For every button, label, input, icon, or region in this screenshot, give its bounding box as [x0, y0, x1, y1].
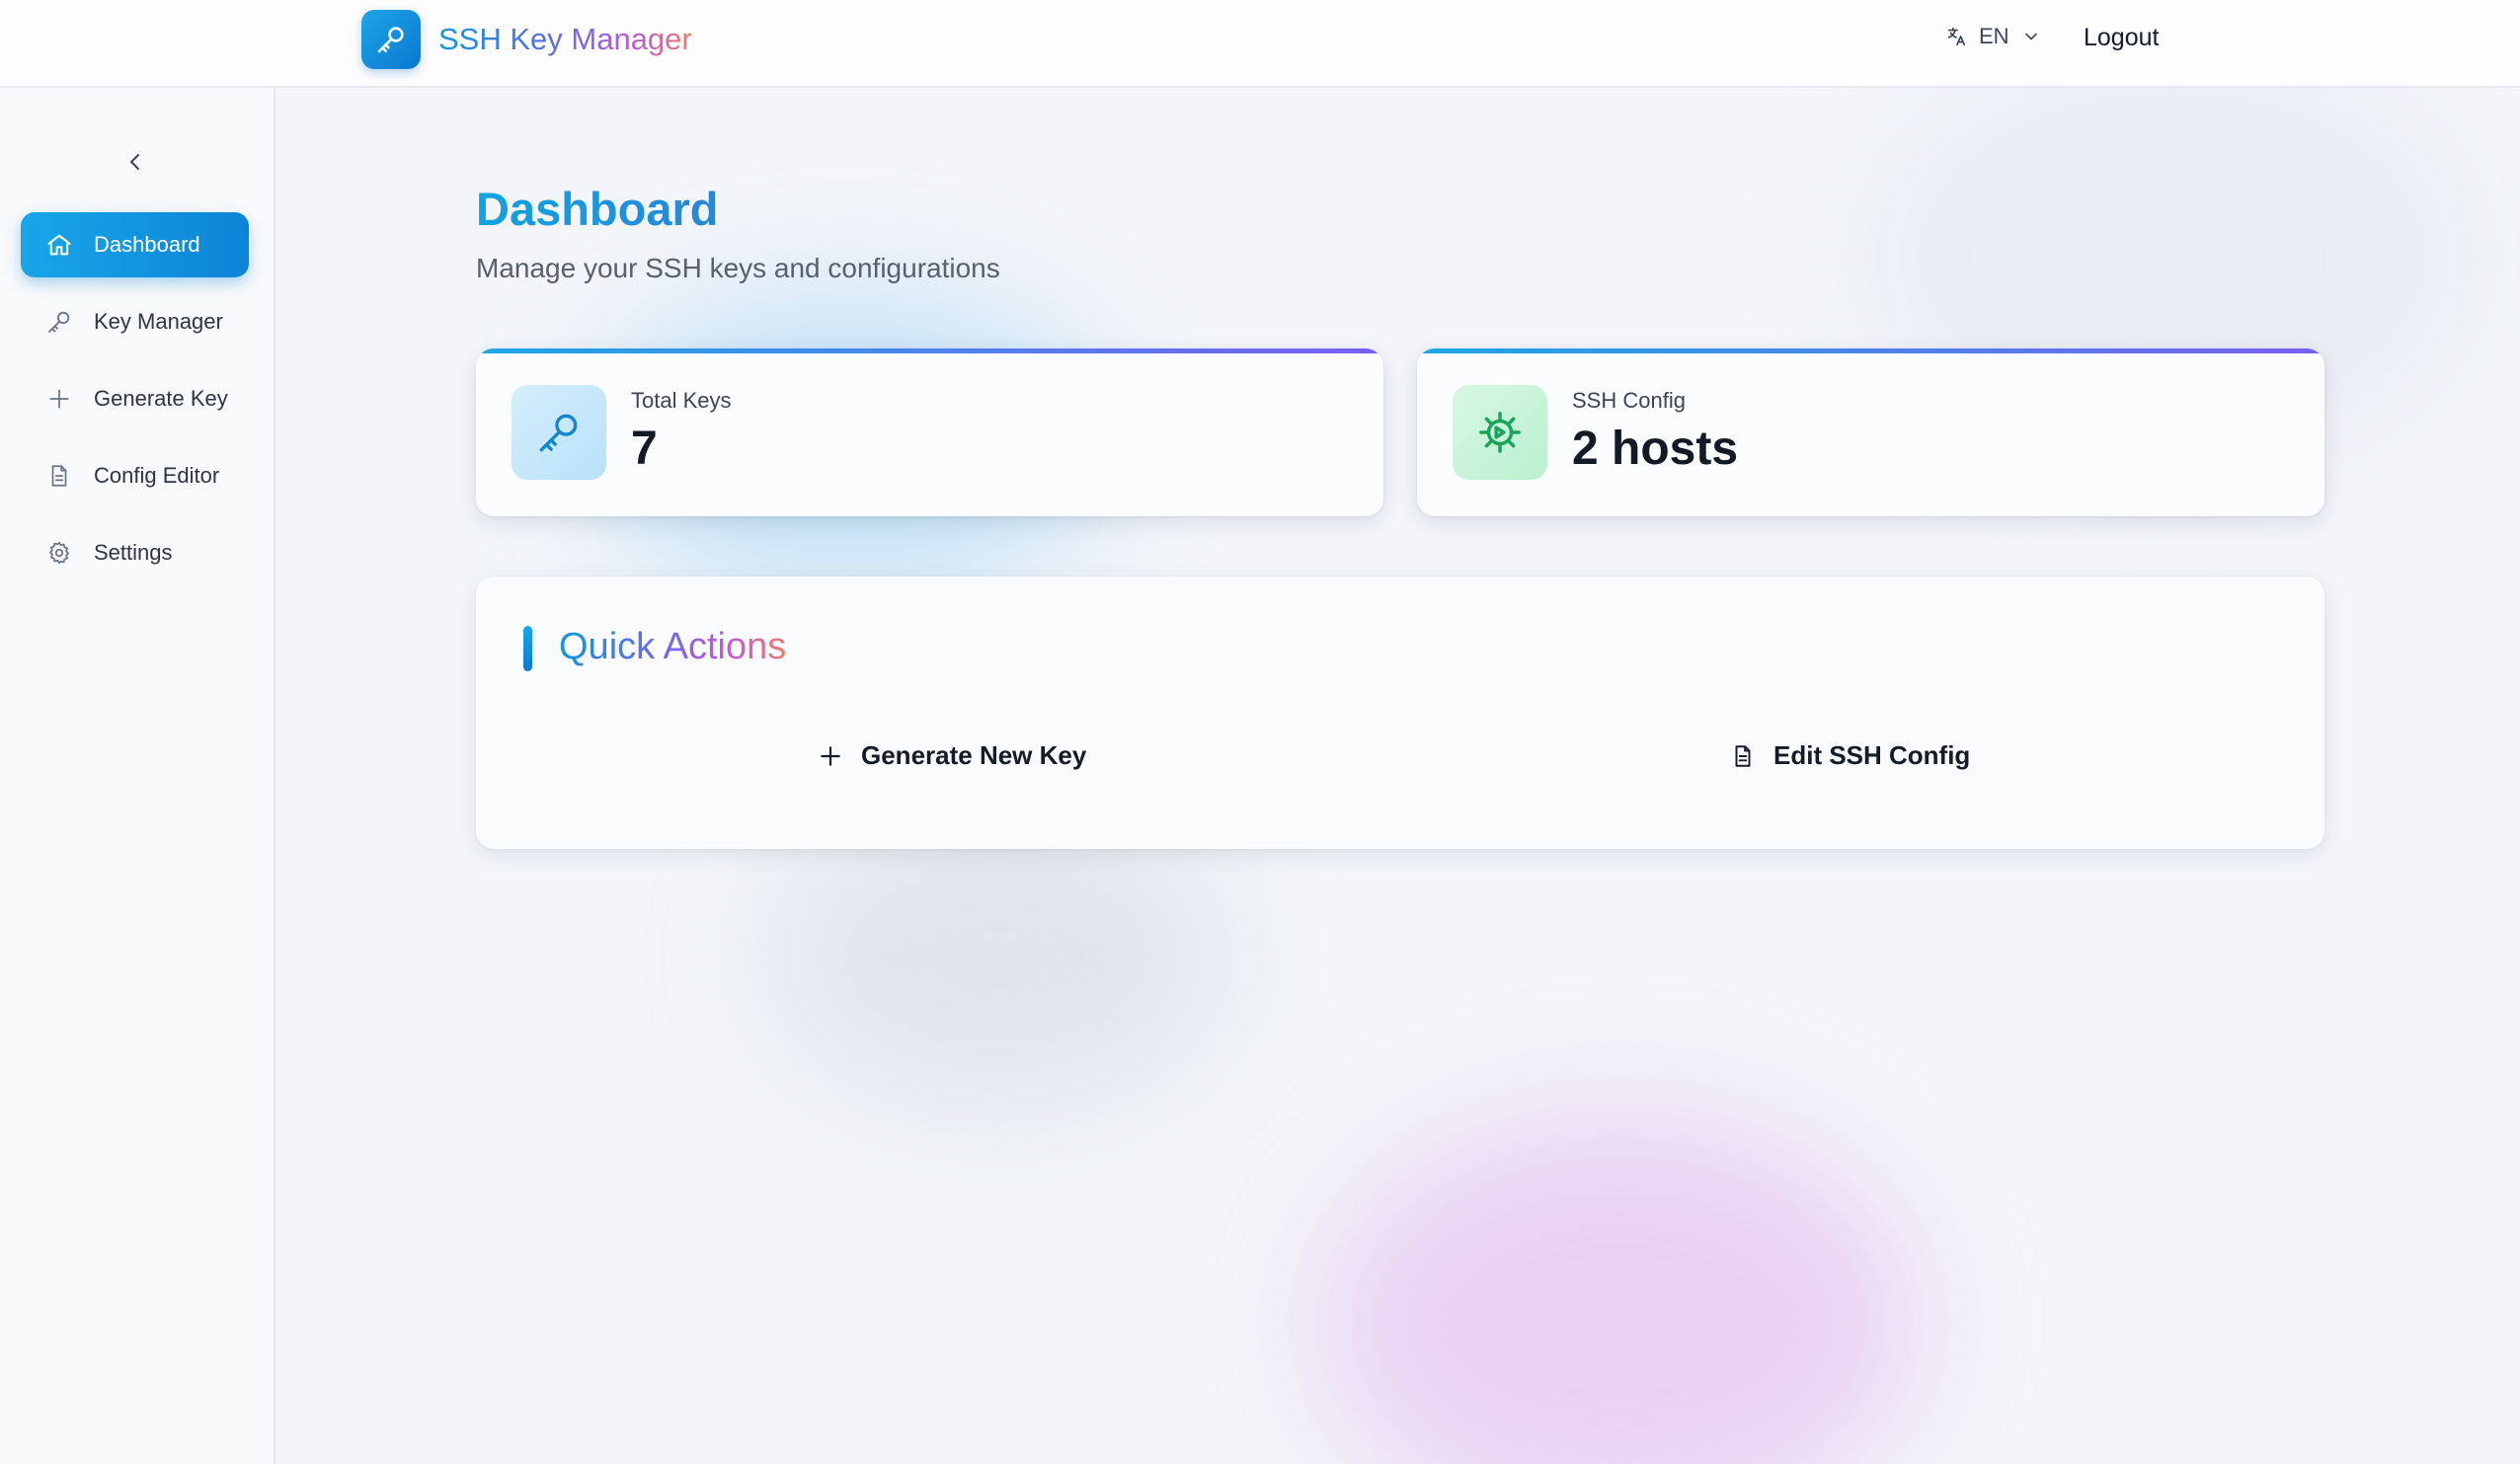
- gear-icon: [44, 538, 74, 568]
- plus-icon: [821, 745, 840, 766]
- chevron-down-icon: [2024, 33, 2037, 40]
- stat-label: SSH Config: [1572, 388, 1686, 413]
- app-name: SSH Key Manager: [438, 22, 692, 56]
- sidebar-item-key-manager[interactable]: Key Manager: [21, 289, 249, 354]
- sidebar-item-generate-key[interactable]: Generate Key: [21, 366, 249, 431]
- brand[interactable]: SSH Key Manager: [361, 10, 692, 69]
- button-label: Edit SSH Config: [1773, 740, 1971, 770]
- sidebar-item-label: Settings: [94, 540, 173, 565]
- sidebar-item-config-editor[interactable]: Config Editor: [21, 443, 249, 508]
- home-icon: [44, 230, 74, 260]
- page-subtitle: Manage your SSH keys and configurations: [476, 253, 1000, 283]
- quick-actions-title: Quick Actions: [559, 626, 787, 667]
- sidebar-item-label: Config Editor: [94, 463, 220, 488]
- language-code: EN: [1979, 24, 2009, 48]
- cog-icon: [1453, 385, 1547, 480]
- sidebar: Dashboard Key Manager Generate Key Confi…: [0, 88, 276, 1464]
- key-icon: [44, 307, 74, 337]
- sidebar-item-label: Dashboard: [94, 232, 200, 257]
- top-header: SSH Key Manager EN Logout: [0, 0, 2520, 88]
- document-icon: [44, 461, 74, 491]
- language-selector[interactable]: EN: [1945, 24, 2041, 49]
- generate-new-key-button[interactable]: Generate New Key: [818, 740, 1086, 771]
- background-blob: [1323, 1116, 1916, 1464]
- app-logo: [361, 10, 421, 69]
- document-icon: [1735, 744, 1751, 767]
- button-label: Generate New Key: [861, 740, 1087, 770]
- stat-value: 2 hosts: [1572, 423, 1739, 475]
- section-accent-bar: [523, 626, 532, 671]
- key-icon: [512, 385, 606, 480]
- sidebar-item-label: Key Manager: [94, 309, 223, 334]
- stat-card-ssh-config: SSH Config 2 hosts: [1417, 348, 2324, 516]
- collapse-sidebar-button[interactable]: [120, 147, 150, 177]
- stat-value: 7: [631, 423, 658, 475]
- sidebar-item-settings[interactable]: Settings: [21, 520, 249, 585]
- sidebar-item-dashboard[interactable]: Dashboard: [21, 212, 249, 277]
- key-icon: [377, 27, 404, 53]
- edit-ssh-config-button[interactable]: Edit SSH Config: [1730, 740, 1970, 771]
- translate-icon: [1947, 27, 1966, 46]
- chevron-left-icon: [130, 154, 139, 170]
- app-page: SSH Key Manager EN Logout Dashboard Key …: [0, 0, 2520, 1464]
- background-blob: [770, 809, 1224, 1106]
- stat-label: Total Keys: [631, 388, 732, 413]
- quick-actions-card: Quick Actions Generate New Key Edit SSH …: [476, 577, 2324, 849]
- logout-button[interactable]: Logout: [2084, 24, 2159, 52]
- page-title: Dashboard: [476, 183, 719, 235]
- plus-icon: [44, 384, 74, 414]
- stat-card-total-keys: Total Keys 7: [476, 348, 1383, 516]
- sidebar-item-label: Generate Key: [94, 386, 228, 411]
